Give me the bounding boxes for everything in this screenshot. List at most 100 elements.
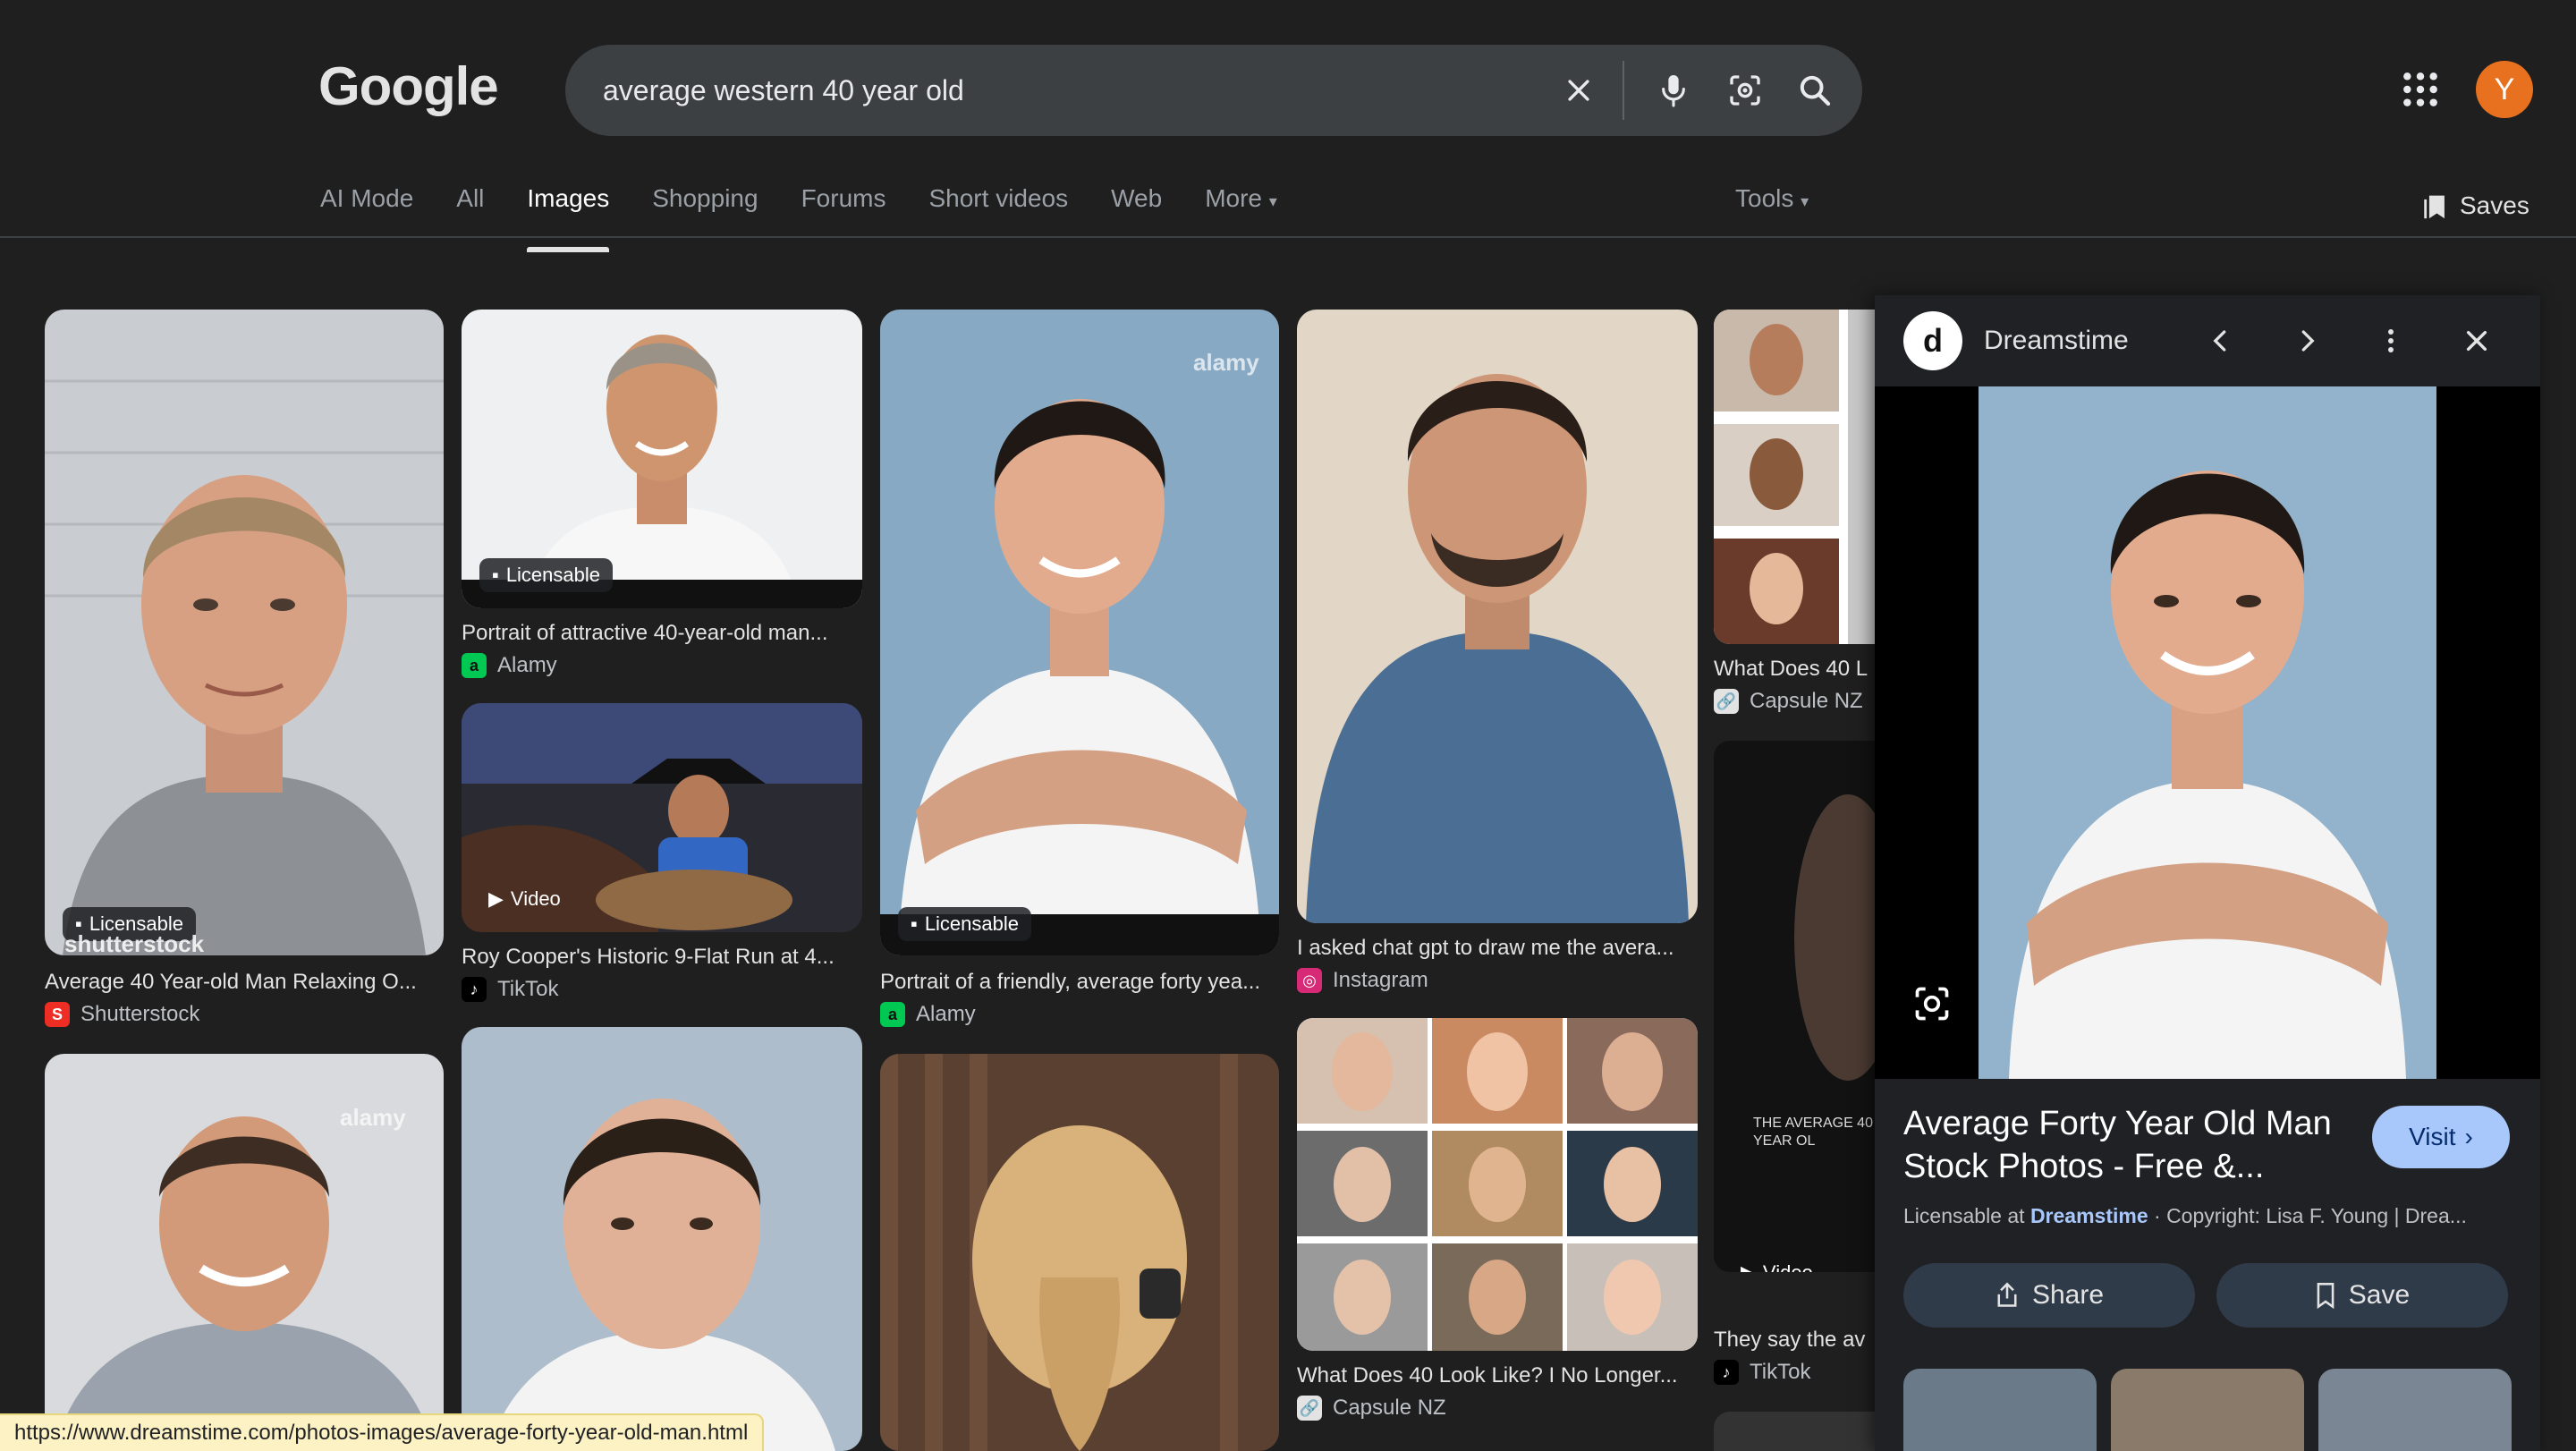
share-button[interactable]: Share [1903, 1263, 2195, 1328]
result-source-2[interactable]: a Alamy [462, 653, 557, 678]
photo-man-arms-crossed [880, 310, 1279, 955]
photo-man-arms-crossed-large [1875, 386, 2540, 1079]
tab-forums[interactable]: Forums [801, 179, 886, 236]
result-title-1[interactable]: Average 40 Year-old Man Relaxing O... [45, 970, 444, 995]
result-title-2[interactable]: Portrait of attractive 40-year-old man..… [462, 621, 862, 646]
result-image-12[interactable] [1714, 1412, 1875, 1451]
result-source-8[interactable]: ♪ TikTok [1714, 1360, 1810, 1385]
save-button[interactable]: Save [2216, 1263, 2508, 1328]
result-image-1[interactable]: ▪ Licensable shutterstock [45, 310, 444, 955]
related-image-1[interactable] [1903, 1369, 2097, 1451]
lens-camera-icon[interactable] [1723, 68, 1767, 113]
play-icon: ▶ [488, 887, 504, 910]
panel-site-name[interactable]: Dreamstime [1984, 326, 2129, 356]
copyright-text: · Copyright: Lisa F. Young | Drea... [2154, 1204, 2467, 1227]
result-image-9[interactable]: alamy [45, 1054, 444, 1451]
result-image-6[interactable] [1714, 310, 1875, 644]
source-label: Instagram [1333, 968, 1428, 992]
source-label: TikTok [1750, 1360, 1811, 1384]
tools-button[interactable]: Tools ▾ [1735, 179, 1809, 221]
bookmark-icon [2317, 1283, 2334, 1309]
tools-label: Tools [1735, 184, 1794, 212]
result-title-7[interactable]: What Does 40 Look Like? I No Longer... [1297, 1363, 1698, 1388]
panel-preview-image[interactable] [1875, 386, 2540, 1079]
tab-short-videos[interactable]: Short videos [928, 179, 1068, 236]
result-image-5[interactable] [1297, 310, 1698, 923]
related-image-2[interactable] [2111, 1369, 2304, 1451]
search-input[interactable]: average western 40 year old [603, 45, 964, 136]
search-divider [1623, 61, 1624, 120]
video-label: Video [1763, 1261, 1813, 1272]
video-badge: ▶ Video [1728, 1256, 1826, 1272]
video-badge: ▶ Video [476, 882, 573, 916]
dreamstime-logo[interactable]: d [1903, 311, 1962, 370]
result-title-3[interactable]: Roy Cooper's Historic 9-Flat Run at 4... [462, 945, 862, 970]
result-source-5[interactable]: ◎ Instagram [1297, 968, 1428, 993]
image-icon: ▪ [911, 912, 918, 935]
video-overlay-text: THE AVERAGE 40 YEAR OL [1753, 1116, 1873, 1149]
result-source-4[interactable]: a Alamy [880, 1002, 976, 1027]
alamy-favicon-icon: a [462, 653, 487, 678]
result-title-8[interactable]: They say the av [1714, 1328, 1875, 1353]
google-logo[interactable]: Google [318, 55, 499, 117]
licensable-label: Licensable [924, 912, 1019, 935]
result-video-3[interactable]: ▶ Video [462, 703, 862, 932]
chevron-right-icon: › [2464, 1123, 2473, 1150]
microphone-icon[interactable] [1651, 68, 1696, 113]
photo-woman-ponytail [880, 1054, 1279, 1451]
chevron-left-icon[interactable] [2202, 322, 2240, 360]
result-video-8[interactable]: THE AVERAGE 40 YEAR OL ▶ Video [1714, 741, 1875, 1272]
result-title-4[interactable]: Portrait of a friendly, average forty ye… [880, 970, 1279, 995]
share-icon [1997, 1282, 2017, 1307]
tab-shopping[interactable]: Shopping [652, 179, 758, 236]
link-favicon-icon: 🔗 [1714, 689, 1739, 714]
more-vert-icon[interactable] [2372, 322, 2410, 360]
tab-more[interactable]: More ▾ [1205, 179, 1277, 236]
clear-icon[interactable] [1556, 68, 1601, 113]
share-label: Share [2031, 1280, 2105, 1310]
bookmark-stack-icon [2424, 195, 2445, 219]
source-label: Shutterstock [80, 1002, 200, 1026]
search-box[interactable]: average western 40 year old [565, 45, 1862, 136]
caret-down-icon: ▾ [1268, 192, 1277, 210]
result-image-11[interactable] [880, 1054, 1279, 1451]
photo-man-serious [462, 1027, 862, 1451]
google-apps-icon[interactable] [2401, 70, 2440, 109]
close-icon[interactable] [2458, 322, 2496, 360]
result-image-10[interactable] [462, 1027, 862, 1451]
tab-all[interactable]: All [456, 179, 484, 236]
source-label: Alamy [497, 653, 557, 677]
shutterstock-favicon-icon: S [45, 1002, 70, 1027]
lens-search-icon[interactable] [1912, 984, 1952, 1023]
tab-images[interactable]: Images [527, 179, 609, 252]
licensable-site-link[interactable]: Dreamstime [2030, 1204, 2148, 1227]
tab-ai-mode[interactable]: AI Mode [320, 179, 413, 236]
result-source-6[interactable]: 🔗 Capsule NZ [1714, 689, 1863, 714]
search-icon[interactable] [1792, 68, 1837, 113]
save-label: Save [2348, 1280, 2411, 1310]
photo-celebrity-collage [1297, 1018, 1698, 1351]
result-image-2[interactable]: ▪ Licensable [462, 310, 862, 608]
result-image-7[interactable] [1297, 1018, 1698, 1351]
tiktok-favicon-icon: ♪ [462, 977, 487, 1002]
result-source-7[interactable]: 🔗 Capsule NZ [1297, 1396, 1446, 1421]
search-tabs: AI Mode All Images Shopping Forums Short… [320, 179, 1320, 252]
chevron-right-icon[interactable] [2288, 322, 2326, 360]
saves-button[interactable]: Saves [2422, 186, 2529, 225]
result-image-4[interactable]: ▪ Licensable alamy [880, 310, 1279, 955]
tab-web[interactable]: Web [1111, 179, 1162, 236]
related-image-3[interactable] [2318, 1369, 2512, 1451]
result-title-5[interactable]: I asked chat gpt to draw me the avera... [1297, 936, 1698, 961]
watermark-text: alamy [340, 1104, 406, 1131]
visit-button[interactable]: Visit › [2372, 1106, 2510, 1168]
photo-women-collage [1714, 310, 1875, 644]
result-title-6[interactable]: What Does 40 L [1714, 657, 1875, 682]
result-source-3[interactable]: ♪ TikTok [462, 977, 558, 1002]
visit-label: Visit [2409, 1123, 2456, 1150]
photo-man-gray-shirt [45, 310, 444, 955]
panel-title[interactable]: Average Forty Year Old Man Stock Photos … [1903, 1102, 2333, 1188]
panel-license-info: Licensable at Dreamstime · Copyright: Li… [1903, 1204, 2521, 1228]
licensable-badge: ▪ Licensable [479, 558, 613, 592]
result-source-1[interactable]: S Shutterstock [45, 1002, 199, 1027]
account-avatar[interactable]: Y [2476, 61, 2533, 118]
